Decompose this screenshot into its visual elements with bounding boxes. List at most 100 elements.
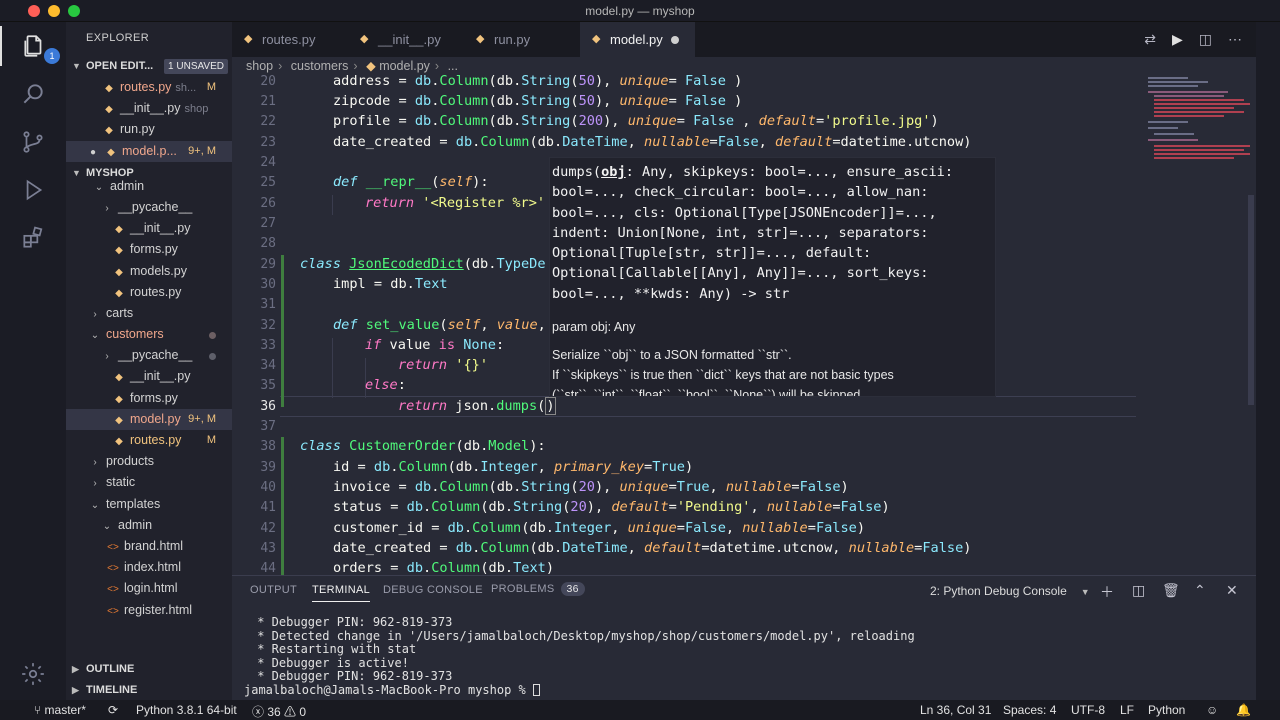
tree-file[interactable]: <> register.html (66, 600, 232, 619)
code-line: else: (365, 377, 406, 393)
python-file-icon: ◆ (105, 104, 113, 116)
chevron-down-icon: ▼ (1080, 587, 1090, 597)
tree-folder[interactable]: › static (66, 472, 232, 493)
code-line: address = db.Column(db.String(50), uniqu… (333, 75, 743, 89)
unsaved-dot-icon[interactable] (671, 36, 679, 44)
tree-file[interactable]: ◆ forms.py (66, 388, 232, 409)
encoding[interactable]: UTF-8 (1071, 703, 1105, 717)
split-editor-icon[interactable]: ◫ (1199, 31, 1212, 48)
right-edge-panel (1256, 22, 1280, 700)
vertical-scrollbar[interactable] (1248, 195, 1254, 405)
open-editors-label: OPEN EDIT... (86, 60, 154, 72)
terminal-prompt: jamalbaloch@Jamals-MacBook-Pro myshop % (244, 682, 533, 697)
code-line: if value is None: (365, 337, 505, 353)
tree-folder[interactable]: ⌄ templates (66, 494, 232, 515)
tree-folder[interactable]: › __pycache__ (66, 197, 232, 218)
python-file-icon: ◆ (592, 33, 601, 45)
open-editor-item[interactable]: ◆ run.py (66, 119, 232, 140)
explorer-icon[interactable]: 1 (0, 26, 66, 66)
file-tree: ⌄ admin › __pycache__ ◆ __init__.py ◆ forms.… (66, 176, 232, 619)
tree-folder[interactable]: › products (66, 451, 232, 472)
tab-routes-py[interactable]: ◆ routes.py (232, 22, 347, 57)
compare-icon[interactable]: ⇄ (1144, 31, 1156, 48)
open-editor-item[interactable]: ◆ routes.py sh... M (66, 77, 232, 98)
outline-section[interactable]: ▶ OUTLINE (66, 658, 232, 680)
close-panel-icon[interactable]: ✕ (1226, 582, 1238, 599)
indentation[interactable]: Spaces: 4 (1003, 703, 1056, 717)
maximize-panel-icon[interactable]: ⌃ (1194, 582, 1206, 599)
tree-file[interactable]: ◆ forms.py (66, 239, 232, 260)
open-editor-item[interactable]: ◆ __init__.py shop (66, 98, 232, 119)
function-signature: dumps(obj: Any, skipkeys: bool=..., ensu… (552, 164, 954, 302)
terminal-select[interactable]: 2: Python Debug Console ▼ (930, 584, 1090, 598)
status-bar: ⑂ master* ⟳ Python 3.8.1 64-bit ⓧ 36 ⚠ 0… (0, 700, 1280, 720)
tree-file[interactable]: ◆ models.py (66, 261, 232, 282)
cursor-position[interactable]: Ln 36, Col 31 (920, 703, 991, 717)
tree-file[interactable]: <> brand.html (66, 536, 232, 557)
problems-status[interactable]: ⓧ 36 ⚠ 0 (252, 703, 306, 720)
doc-line: If ``skipkeys`` is true then ``dict`` ke… (552, 368, 894, 382)
language-mode[interactable]: Python (1148, 703, 1185, 717)
source-control-icon[interactable] (0, 122, 66, 162)
run-file-icon[interactable]: ▶ (1172, 31, 1183, 48)
terminal-cursor (532, 684, 540, 697)
explorer-header: EXPLORER (86, 32, 150, 44)
tree-file-active[interactable]: ◆ model.py 9+, M (66, 408, 232, 430)
tree-file[interactable]: ◆ __init__.py (66, 218, 232, 239)
code-line: orders = db.Column(db.Text) (333, 560, 555, 575)
editor-actions: ⇄ ▶ ◫ ⋯ (1144, 22, 1242, 57)
settings-gear-icon[interactable] (0, 654, 66, 694)
tab-run-py[interactable]: ◆ run.py (464, 22, 579, 57)
dirty-dot-icon: ● (89, 146, 97, 158)
tab-model-py[interactable]: ◆ model.py (580, 22, 695, 57)
panel-tab-problems[interactable]: PROBLEMS 36 (491, 582, 585, 596)
tree-folder[interactable]: ⌄ admin (66, 515, 232, 536)
feedback-icon[interactable]: ☺ (1206, 703, 1218, 717)
code-line: zipcode = db.Column(db.String(50), uniqu… (333, 93, 743, 109)
panel-tab-debug-console[interactable]: DEBUG CONSOLE (383, 584, 483, 596)
tree-file[interactable]: <> login.html (66, 578, 232, 599)
tree-file[interactable]: ◆ routes.py (66, 282, 232, 303)
line-ending[interactable]: LF (1120, 703, 1134, 717)
python-interpreter[interactable]: Python 3.8.1 64-bit (136, 703, 237, 717)
tree-folder[interactable]: › carts (66, 303, 232, 324)
panel-tab-terminal[interactable]: TERMINAL (312, 584, 371, 602)
tree-file[interactable]: ◆ __init__.py (66, 366, 232, 387)
tree-folder[interactable]: › __pycache__ (66, 345, 232, 366)
panel-tab-output[interactable]: OUTPUT (250, 584, 297, 596)
tree-folder[interactable]: ⌄ admin (66, 176, 232, 197)
terminal-output[interactable]: * Debugger PIN: 962-819-373 * Detected c… (244, 615, 915, 698)
tree-folder[interactable]: ⌄ customers (66, 324, 232, 345)
bottom-panel: OUTPUT TERMINAL DEBUG CONSOLE PROBLEMS 36… (232, 575, 1256, 700)
title-bar: model.py — myshop (0, 0, 1280, 22)
new-terminal-icon[interactable]: ＋ (1100, 582, 1114, 602)
open-editor-item-active[interactable]: ● ◆ model.p... 9+, M (66, 140, 232, 162)
explorer-sidebar: EXPLORER ▼ OPEN EDIT... 1 UNSAVED ◆ route… (66, 22, 232, 700)
split-terminal-icon[interactable]: ◫ (1132, 582, 1145, 599)
notifications-icon[interactable]: 🔔 (1236, 703, 1251, 717)
code-line: id = db.Column(db.Integer, primary_key=T… (333, 459, 694, 475)
minimap[interactable] (1140, 75, 1250, 185)
git-change-marker (281, 437, 284, 575)
tree-file[interactable]: <> index.html (66, 557, 232, 578)
breadcrumb: shop › customers › ◆ model.py › ... (232, 57, 1256, 75)
code-line: impl = db.Text (333, 276, 448, 292)
search-icon[interactable] (0, 74, 66, 114)
more-actions-icon[interactable]: ⋯ (1228, 31, 1242, 48)
code-line: def __repr__(self): (333, 174, 489, 190)
open-editors-section[interactable]: ▼ OPEN EDIT... 1 UNSAVED (66, 55, 232, 77)
sync-icon[interactable]: ⟳ (108, 703, 118, 717)
python-file-icon: ◆ (360, 33, 369, 45)
line-number-gutter: 20 21 22 23 24 25 26 27 28 29 30 31 32 3… (260, 75, 276, 575)
code-line: date_created = db.Column(db.DateTime, nu… (333, 134, 972, 150)
run-debug-icon[interactable] (0, 170, 66, 210)
trash-icon[interactable]: 🗑 (1162, 582, 1180, 599)
timeline-section[interactable]: ▶ TIMELINE (66, 679, 232, 701)
git-branch[interactable]: ⑂ master* (34, 703, 86, 717)
doc-line: Serialize ``obj`` to a JSON formatted ``… (552, 348, 792, 362)
tree-file[interactable]: ◆ routes.py M (66, 430, 232, 451)
tab-init-py[interactable]: ◆ __init__.py (348, 22, 463, 57)
code-line: def set_value(self, value, (333, 317, 546, 333)
extensions-icon[interactable] (0, 218, 66, 258)
code-line: customer_id = db.Column(db.Integer, uniq… (333, 520, 866, 536)
